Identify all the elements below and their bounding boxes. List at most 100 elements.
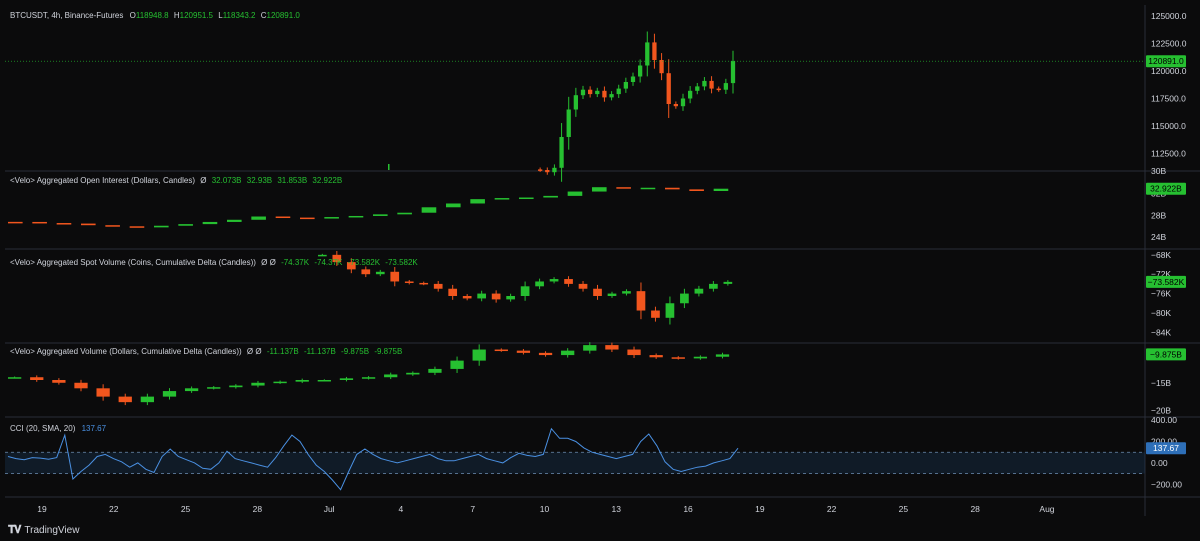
price-tick-label: 30B xyxy=(1151,166,1166,176)
spot-value-1: -74.37K xyxy=(281,258,310,267)
time-tick-label: 7 xyxy=(470,504,475,514)
oi-candle xyxy=(665,187,680,190)
cci-tick-label: −200.00 xyxy=(1151,479,1182,489)
cci-value: 137.67 xyxy=(81,424,107,433)
close-value: 120891.0 xyxy=(266,11,300,20)
time-tick-label: Jul xyxy=(324,504,335,514)
oi-value-3: 31.853B xyxy=(277,176,308,185)
oi-candle xyxy=(616,187,631,189)
oi-candle xyxy=(713,188,729,191)
oi-candle xyxy=(275,216,291,219)
cci-tick-label: 400.00 xyxy=(1151,415,1177,425)
oi-candle xyxy=(300,217,315,220)
oi-candle xyxy=(227,219,242,222)
oi-candle xyxy=(202,221,218,225)
oi-last-tag: 32.922B xyxy=(1150,184,1182,194)
time-tick-label: 22 xyxy=(109,504,119,514)
vol-value-3: -9.875B xyxy=(341,347,370,356)
vol-legend: <Velo> Aggregated Volume (Dollars, Cumul… xyxy=(10,347,402,357)
time-tick-label: Aug xyxy=(1039,504,1054,514)
price-tick-label: 112500.0 xyxy=(1151,149,1186,159)
spot-legend: <Velo> Aggregated Spot Volume (Coins, Cu… xyxy=(10,258,418,268)
oi-candle xyxy=(373,214,388,216)
price-tick-label: 115000.0 xyxy=(1151,121,1186,131)
spot-tick-label: −84K xyxy=(1151,327,1171,337)
vol-last-tag: −9.875B xyxy=(1150,349,1182,359)
oi-tick-label: 24B xyxy=(1151,232,1166,242)
time-tick-label: 28 xyxy=(970,504,980,514)
price-tick-label: 120000.0 xyxy=(1151,66,1187,76)
oi-candle xyxy=(689,189,704,191)
spot-value-4: -73.582K xyxy=(385,258,418,267)
price-candle xyxy=(388,164,390,170)
oi-candle xyxy=(592,187,607,192)
tradingview-label: TradingView xyxy=(24,525,80,536)
vol-title: <Velo> Aggregated Volume (Dollars, Cumul… xyxy=(10,347,242,356)
oi-candle xyxy=(154,225,169,228)
last-price-tag: 120891.0 xyxy=(1148,56,1184,66)
spot-tick-label: −76K xyxy=(1151,289,1171,299)
time-tick-label: 16 xyxy=(683,504,693,514)
oi-candle xyxy=(324,217,339,219)
oi-candle xyxy=(446,203,461,208)
oi-candle xyxy=(178,224,193,226)
vol-value-4: -9.875B xyxy=(374,347,403,356)
cci-legend: CCI (20, SMA, 20) 137.67 xyxy=(10,424,106,434)
oi-candle xyxy=(81,223,96,226)
oi-candle xyxy=(32,221,47,224)
oi-candle xyxy=(348,215,364,218)
oi-value-4: 32.922B xyxy=(312,176,343,185)
high-value: 120951.5 xyxy=(179,11,214,20)
low-value: 118343.2 xyxy=(222,11,256,20)
vol-tick-label: −20B xyxy=(1151,405,1171,415)
price-tick-label: 125000.0 xyxy=(1151,11,1187,21)
time-tick-label: 25 xyxy=(899,504,909,514)
oi-candle xyxy=(421,207,437,213)
vol-value-2: -11.137B xyxy=(303,347,336,356)
spot-value-2: -74.37K xyxy=(314,258,343,267)
cci-tick-label: 0.00 xyxy=(1151,458,1168,468)
oi-candle xyxy=(105,225,120,227)
oi-sym: Ø xyxy=(200,176,207,185)
vol-sym: Ø Ø xyxy=(246,347,262,356)
time-tick-label: 19 xyxy=(755,504,765,514)
chart-canvas[interactable]: 19 22 25 28 Jul 4 7 10 13 16 19 22 25 28 Aug 125000.0 12… xyxy=(0,0,1200,541)
oi-value-2: 32.93B xyxy=(246,176,273,185)
spot-sym: Ø Ø xyxy=(261,258,276,267)
spot-title: <Velo> Aggregated Spot Volume (Coins, Cu… xyxy=(10,258,256,267)
tradingview-logo-icon: 𝐓𝐕 xyxy=(8,524,21,536)
oi-candle xyxy=(56,223,72,225)
time-tick-label: 4 xyxy=(399,504,404,514)
oi-candle xyxy=(494,198,510,200)
vol-value-1: -11.137B xyxy=(266,347,299,356)
time-tick-label: 22 xyxy=(827,504,837,514)
time-tick-label: 13 xyxy=(612,504,622,514)
cci-title: CCI (20, SMA, 20) xyxy=(10,424,76,433)
oi-title: <Velo> Aggregated Open Interest (Dollars… xyxy=(10,176,195,185)
cci-band xyxy=(5,452,1145,474)
open-value: 118948.8 xyxy=(135,11,169,20)
time-tick-label: 28 xyxy=(253,504,263,514)
spot-last-tag: −73.582K xyxy=(1148,277,1185,287)
symbol-label: BTCUSDT, 4h, Binance-Futures xyxy=(10,11,124,20)
time-tick-label: 25 xyxy=(181,504,191,514)
oi-legend: <Velo> Aggregated Open Interest (Dollars… xyxy=(10,176,342,186)
vol-tick-label: −15B xyxy=(1151,378,1171,388)
oi-candle xyxy=(567,191,583,196)
oi-candle xyxy=(543,195,558,198)
oi-candle xyxy=(397,212,412,215)
spot-tick-label: −68K xyxy=(1151,250,1171,260)
oi-candle xyxy=(519,197,534,200)
time-tick-label: 10 xyxy=(540,504,550,514)
oi-candle xyxy=(640,187,656,190)
price-tick-label: 122500.0 xyxy=(1151,39,1187,49)
oi-candle xyxy=(251,216,266,220)
time-tick-label: 19 xyxy=(37,504,47,514)
spot-value-3: -73.582K xyxy=(347,258,381,267)
oi-candle xyxy=(129,226,145,228)
oi-tick-label: 28B xyxy=(1151,210,1166,220)
oi-value-1: 32.073B xyxy=(211,176,242,185)
spot-tick-label: −80K xyxy=(1151,308,1171,318)
tradingview-brand[interactable]: 𝐓𝐕 TradingView xyxy=(8,524,79,537)
legend-main: BTCUSDT, 4h, Binance-Futures O118948.8 H… xyxy=(10,11,300,21)
